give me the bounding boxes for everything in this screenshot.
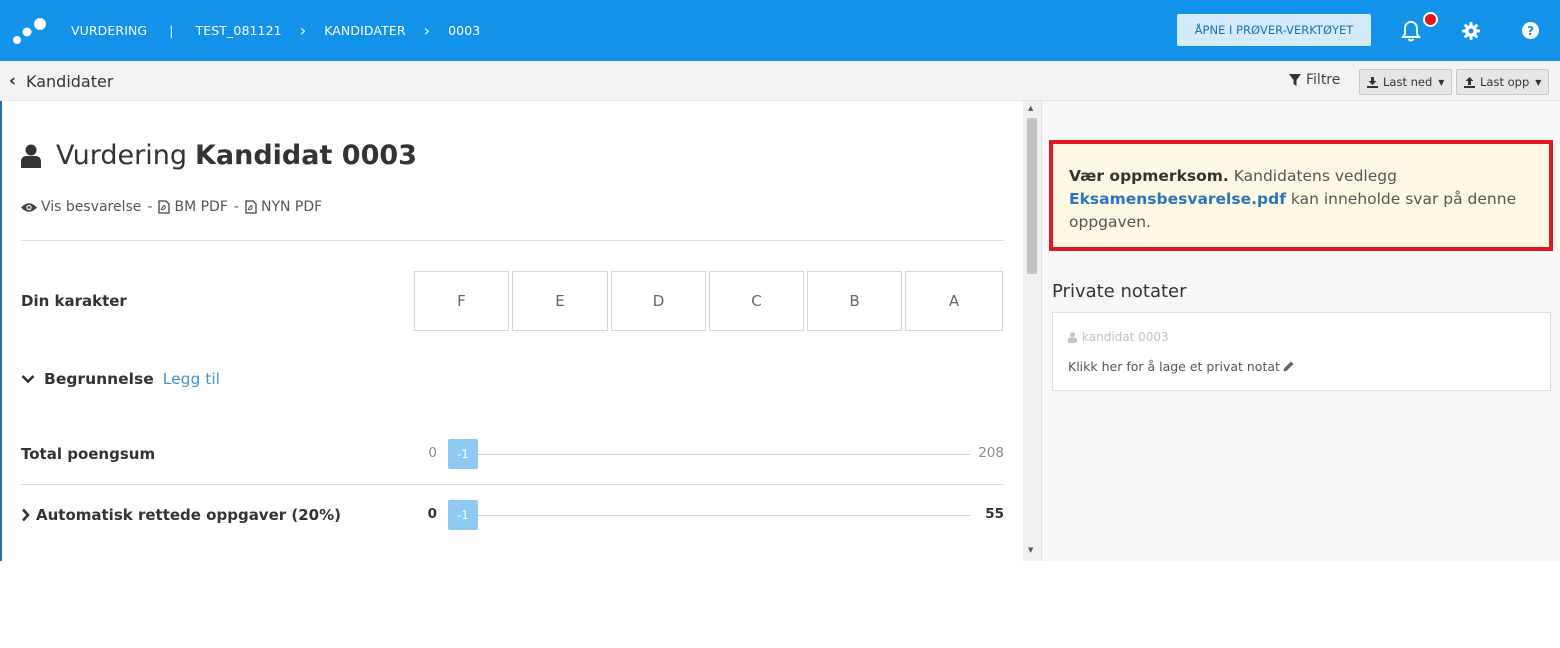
pdf-icon [245, 200, 257, 214]
grade-selector: F E D C B A [414, 271, 1003, 331]
breadcrumb-test[interactable]: TEST_081121 [196, 23, 282, 38]
total-score-label: Total poengsum [21, 445, 156, 463]
create-note-label: Klikk her for å lage et privat notat [1068, 359, 1280, 374]
scroll-up-icon[interactable]: ▲ [1028, 104, 1033, 112]
auto-graded-label: Automatisk rettede oppgaver (20%) [36, 506, 341, 524]
top-bar: VURDERING | TEST_081121 › KANDIDATER › 0… [0, 0, 1560, 61]
caret-down-icon: ▼ [1438, 77, 1445, 87]
reasoning-label[interactable]: Begrunnelse [44, 370, 154, 388]
breadcrumb-vurdering[interactable]: VURDERING [71, 23, 147, 38]
open-in-tool-button[interactable]: ÅPNE I PRØVER-VERKTØYET [1177, 14, 1371, 46]
chevron-left-icon: ‹ [9, 71, 17, 91]
slider-max: 55 [985, 506, 1004, 522]
attachment-link[interactable]: Eksamensbesvarelse.pdf [1069, 190, 1286, 208]
notification-badge [1423, 12, 1438, 27]
breadcrumb-separator: | [169, 23, 174, 38]
upload-dropdown[interactable]: Last opp ▼ [1456, 69, 1550, 95]
create-note-prompt[interactable]: Klikk her for å lage et privat notat [1068, 359, 1294, 374]
auto-score-slider: 0 -1 55 [421, 500, 1004, 530]
bell-icon[interactable] [1400, 20, 1422, 42]
note-author-name: kandidat 0003 [1082, 330, 1169, 344]
chevron-down-icon[interactable] [21, 374, 35, 384]
divider [21, 484, 1004, 485]
reasoning-section: Begrunnelse Legg til [21, 370, 220, 388]
nyn-pdf-link[interactable]: NYN PDF [261, 199, 322, 215]
separator: - [147, 199, 153, 215]
title-candidate: Kandidat 0003 [194, 140, 417, 171]
scrollbar-thumb[interactable] [1027, 118, 1037, 274]
slider-track[interactable] [478, 454, 970, 455]
grade-button-c[interactable]: C [709, 271, 804, 331]
slider-min: 0 [428, 445, 437, 461]
separator: - [233, 199, 239, 215]
add-reasoning-link[interactable]: Legg til [163, 370, 220, 388]
download-icon [1367, 76, 1378, 88]
submission-links: Vis besvarelse - BM PDF - NYN PDF [21, 199, 322, 215]
page-title: Vurdering Kandidat 0003 [21, 140, 417, 171]
grade-button-f[interactable]: F [414, 271, 509, 331]
filter-label: Filtre [1306, 72, 1341, 88]
logo-icon[interactable] [12, 16, 50, 46]
breadcrumb-candidate: 0003 [448, 23, 481, 38]
eye-icon [21, 202, 37, 212]
caret-down-icon: ▼ [1535, 77, 1542, 87]
warning-strong: Vær oppmerksom. [1069, 167, 1229, 185]
grade-button-e[interactable]: E [512, 271, 608, 331]
upload-icon [1464, 76, 1475, 88]
breadcrumb-kandidater[interactable]: KANDIDATER [324, 23, 405, 38]
chevron-right-icon [22, 508, 30, 522]
private-notes-title: Private notater [1052, 281, 1187, 302]
slider-max: 208 [978, 445, 1004, 461]
chevron-right-icon: › [423, 20, 431, 40]
app: VURDERING | TEST_081121 › KANDIDATER › 0… [0, 0, 1560, 561]
note-author: kandidat 0003 [1068, 330, 1169, 344]
view-submission-link[interactable]: Vis besvarelse [41, 199, 141, 215]
pdf-icon [158, 200, 171, 214]
user-icon [1068, 331, 1077, 343]
help-icon[interactable]: ? [1522, 22, 1539, 39]
download-dropdown[interactable]: Last ned ▼ [1359, 69, 1453, 95]
pencil-icon [1283, 361, 1294, 372]
download-label: Last ned [1383, 75, 1433, 89]
filter-button[interactable]: Filtre [1289, 72, 1340, 88]
sub-header: ‹ Kandidater Filtre Last ned ▼ Last opp … [0, 61, 1560, 101]
back-label: Kandidater [26, 71, 114, 91]
grade-label: Din karakter [21, 292, 127, 310]
filter-icon [1289, 74, 1301, 86]
slider-min: 0 [427, 506, 437, 522]
chevron-right-icon: › [299, 20, 307, 40]
auto-graded-section[interactable]: Automatisk rettede oppgaver (20%) [21, 506, 341, 524]
bm-pdf-link[interactable]: BM PDF [174, 199, 227, 215]
upload-label: Last opp [1480, 75, 1530, 89]
title-prefix: Vurdering [56, 140, 187, 171]
user-icon [21, 144, 41, 168]
attachment-warning: Vær oppmerksom. Kandidatens vedlegg Eksa… [1049, 140, 1553, 251]
scroll-down-icon[interactable]: ▼ [1028, 546, 1033, 554]
back-link[interactable]: ‹ Kandidater [9, 61, 113, 101]
slider-handle[interactable]: -1 [448, 500, 478, 530]
divider [21, 240, 1004, 241]
total-score-slider: 0 -1 208 [421, 439, 1004, 469]
slider-handle[interactable]: -1 [448, 439, 478, 469]
gear-icon[interactable] [1462, 22, 1480, 40]
grade-button-d[interactable]: D [611, 271, 706, 331]
slider-track[interactable] [478, 515, 970, 516]
breadcrumb: VURDERING | TEST_081121 › KANDIDATER › 0… [71, 0, 480, 61]
grade-button-a[interactable]: A [905, 271, 1003, 331]
grade-button-b[interactable]: B [807, 271, 902, 331]
warning-text-1: Kandidatens vedlegg [1233, 167, 1397, 185]
private-note-card[interactable]: kandidat 0003 Klikk her for å lage et pr… [1052, 312, 1551, 391]
